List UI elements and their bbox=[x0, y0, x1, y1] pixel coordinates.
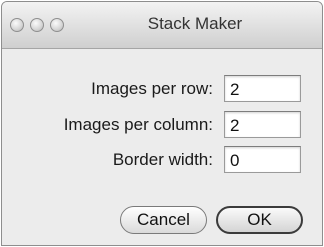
border-width-label: Border width: bbox=[112, 150, 213, 169]
close-window-icon[interactable] bbox=[10, 18, 24, 32]
images-per-column-input[interactable] bbox=[224, 111, 301, 138]
images-per-row-input[interactable] bbox=[224, 75, 301, 102]
zoom-window-icon[interactable] bbox=[50, 18, 64, 32]
border-width-input[interactable] bbox=[224, 146, 301, 173]
cancel-button[interactable]: Cancel bbox=[120, 206, 207, 234]
ok-button[interactable]: OK bbox=[216, 206, 303, 234]
minimize-window-icon[interactable] bbox=[30, 18, 44, 32]
title-bar[interactable]: Stack Maker bbox=[2, 2, 322, 49]
images-per-column-label: Images per column: bbox=[63, 115, 213, 134]
window-title: Stack Maker bbox=[147, 14, 243, 33]
images-per-row-label: Images per row: bbox=[91, 79, 213, 98]
stack-maker-dialog: Stack Maker Images per row: Images per c… bbox=[1, 1, 323, 246]
